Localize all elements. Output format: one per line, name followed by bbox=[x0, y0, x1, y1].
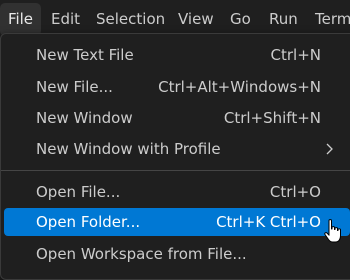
menu-item-shortcut: Ctrl+Shift+N bbox=[223, 109, 321, 127]
menu-item-label: Open Workspace from File... bbox=[36, 245, 247, 263]
menu-item-shortcut: Ctrl+N bbox=[270, 46, 321, 64]
menu-selection[interactable]: Selection bbox=[96, 3, 165, 36]
menu-item-label: Open File... bbox=[36, 183, 121, 201]
menu-item-shortcut: Ctrl+Alt+Windows+N bbox=[158, 78, 321, 96]
menu-view[interactable]: View bbox=[178, 3, 214, 36]
menu-run[interactable]: Run bbox=[269, 3, 298, 36]
menu-item-new-window-with-profile[interactable]: New Window with Profile bbox=[4, 135, 350, 163]
menu-separator bbox=[1, 170, 350, 171]
menu-item-shortcut: Ctrl+K Ctrl+O bbox=[216, 213, 321, 231]
menu-item-label: New Window bbox=[36, 109, 133, 127]
menu-terminal[interactable]: Term bbox=[315, 3, 350, 36]
menu-item-open-workspace-from-file[interactable]: Open Workspace from File... bbox=[4, 240, 350, 268]
menu-item-label: New Text File bbox=[36, 46, 134, 64]
menu-item-new-file[interactable]: New File... Ctrl+Alt+Windows+N bbox=[4, 73, 350, 101]
menu-item-new-window[interactable]: New Window Ctrl+Shift+N bbox=[4, 104, 350, 132]
menu-item-new-text-file[interactable]: New Text File Ctrl+N bbox=[4, 41, 350, 69]
menu-item-shortcut: Ctrl+O bbox=[269, 183, 321, 201]
menu-item-open-folder[interactable]: Open Folder... Ctrl+K Ctrl+O bbox=[4, 208, 350, 236]
menu-file[interactable]: File bbox=[0, 3, 41, 36]
menu-go[interactable]: Go bbox=[230, 3, 251, 36]
menu-item-label: Open Folder... bbox=[36, 213, 141, 231]
chevron-right-icon bbox=[326, 143, 333, 155]
menu-item-open-file[interactable]: Open File... Ctrl+O bbox=[4, 178, 350, 206]
menu-item-label: New Window with Profile bbox=[36, 140, 221, 158]
menu-item-label: New File... bbox=[36, 78, 113, 96]
menu-edit[interactable]: Edit bbox=[51, 3, 80, 36]
hand-cursor-icon bbox=[324, 219, 341, 243]
file-menu-dropdown: New Text File Ctrl+N New File... Ctrl+Al… bbox=[0, 33, 350, 280]
